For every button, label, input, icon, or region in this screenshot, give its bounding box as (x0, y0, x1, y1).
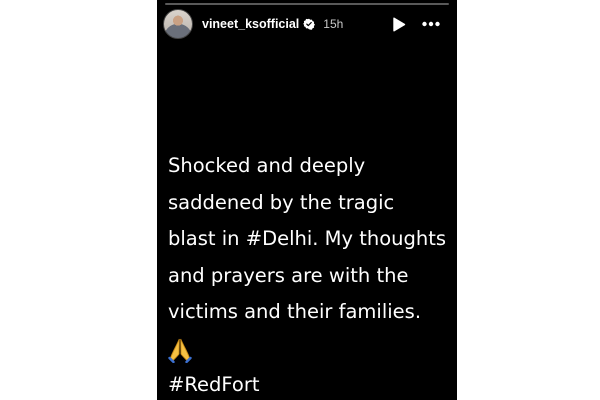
story-viewer[interactable]: vineet_ksofficial 15h Shocked and deeply… (157, 0, 457, 400)
folded-hands-emoji: 🙏 (168, 331, 452, 368)
verified-badge-icon (303, 18, 316, 30)
caption-line: saddened by the tragic (168, 190, 395, 214)
hashtag-redfort[interactable]: #RedFort (168, 367, 452, 400)
play-button[interactable] (389, 14, 409, 34)
folded-hands-icon (168, 338, 192, 363)
story-header: vineet_ksofficial 15h (163, 8, 451, 40)
caption-line: and prayers are with the (168, 263, 409, 287)
caption-line: victims and their families. (168, 300, 422, 323)
caption-line: blast in #Delhi. My thoughts (168, 227, 447, 250)
more-options-button[interactable] (421, 14, 441, 34)
story-caption: Shocked and deeply saddened by the tragi… (168, 148, 452, 400)
story-progress-bar (165, 3, 449, 5)
avatar[interactable] (163, 9, 193, 39)
caption-line: Shocked and deeply (168, 154, 366, 177)
username[interactable]: vineet_ksofficial (202, 17, 299, 31)
play-icon (393, 17, 406, 31)
page: vineet_ksofficial 15h Shocked and deeply… (0, 0, 600, 400)
story-timestamp: 15h (323, 17, 344, 31)
more-options-icon (422, 21, 440, 27)
